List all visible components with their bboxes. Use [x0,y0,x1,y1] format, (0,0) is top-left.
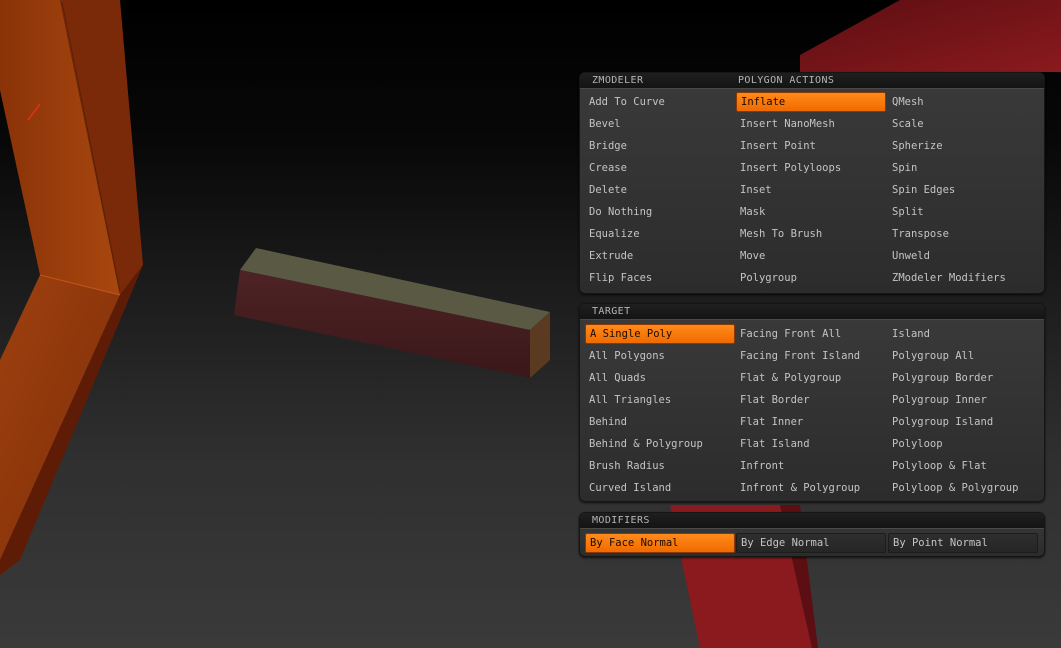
zmodeler-polygon-actions-panel: ZMODELER POLYGON ACTIONS Add To Curve Bev… [579,72,1045,294]
target-polygroup-all[interactable]: Polygroup All [888,346,1038,366]
action-add-to-curve[interactable]: Add To Curve [585,92,735,112]
modifiers-grid: By Face Normal By Edge Normal By Point Nor… [580,529,1044,557]
orange-strip-mesh [0,0,143,575]
target-island[interactable]: Island [888,324,1038,344]
target-polyloop[interactable]: Polyloop [888,434,1038,454]
action-scale[interactable]: Scale [888,114,1038,134]
modifiers-panel-header: MODIFIERS [580,513,1044,529]
target-facing-front-island[interactable]: Facing Front Island [736,346,886,366]
action-mesh-to-brush[interactable]: Mesh To Brush [736,224,886,244]
action-insert-point[interactable]: Insert Point [736,136,886,156]
action-do-nothing[interactable]: Do Nothing [585,202,735,222]
box-mesh [234,248,550,378]
action-insert-polyloops[interactable]: Insert Polyloops [736,158,886,178]
target-brush-radius[interactable]: Brush Radius [585,456,735,476]
zmodeler-header-label: ZMODELER [592,75,644,86]
target-curved-island[interactable]: Curved Island [585,478,735,498]
target-polygroup-inner[interactable]: Polygroup Inner [888,390,1038,410]
target-all-triangles[interactable]: All Triangles [585,390,735,410]
action-mask[interactable]: Mask [736,202,886,222]
target-flat-and-polygroup[interactable]: Flat & Polygroup [736,368,886,388]
target-polyloop-and-flat[interactable]: Polyloop & Flat [888,456,1038,476]
action-bevel[interactable]: Bevel [585,114,735,134]
target-behind[interactable]: Behind [585,412,735,432]
action-insert-nanomesh[interactable]: Insert NanoMesh [736,114,886,134]
action-spin[interactable]: Spin [888,158,1038,178]
target-all-quads[interactable]: All Quads [585,368,735,388]
target-behind-and-polygroup[interactable]: Behind & Polygroup [585,434,735,454]
action-inflate[interactable]: Inflate [736,92,886,112]
modifier-by-face-normal[interactable]: By Face Normal [585,533,735,553]
zmodeler-panel-header: ZMODELER POLYGON ACTIONS [580,73,1044,89]
target-flat-island[interactable]: Flat Island [736,434,886,454]
target-a-single-poly[interactable]: A Single Poly [585,324,735,344]
target-infront[interactable]: Infront [736,456,886,476]
action-unweld[interactable]: Unweld [888,246,1038,266]
target-flat-inner[interactable]: Flat Inner [736,412,886,432]
modifier-by-point-normal[interactable]: By Point Normal [888,533,1038,553]
action-polygroup[interactable]: Polygroup [736,268,886,288]
target-facing-front-all[interactable]: Facing Front All [736,324,886,344]
target-all-polygons[interactable]: All Polygons [585,346,735,366]
target-grid: A Single Poly All Polygons All Quads All Tr… [580,320,1044,502]
target-polyloop-and-polygroup[interactable]: Polyloop & Polygroup [888,478,1038,498]
action-zmodeler-modifiers[interactable]: ZModeler Modifiers [888,268,1038,288]
target-infront-and-polygroup[interactable]: Infront & Polygroup [736,478,886,498]
action-bridge[interactable]: Bridge [585,136,735,156]
action-split[interactable]: Split [888,202,1038,222]
action-spherize[interactable]: Spherize [888,136,1038,156]
target-header-label: TARGET [592,306,631,317]
action-spin-edges[interactable]: Spin Edges [888,180,1038,200]
modifiers-panel: MODIFIERS By Face Normal By Edge Normal By… [579,512,1045,557]
action-equalize[interactable]: Equalize [585,224,735,244]
target-polygroup-border[interactable]: Polygroup Border [888,368,1038,388]
action-move[interactable]: Move [736,246,886,266]
polygon-actions-header-label: POLYGON ACTIONS [738,75,835,86]
action-delete[interactable]: Delete [585,180,735,200]
modifiers-header-label: MODIFIERS [592,515,650,526]
action-qmesh[interactable]: QMesh [888,92,1038,112]
action-crease[interactable]: Crease [585,158,735,178]
polygon-actions-grid: Add To Curve Bevel Bridge Crease Delete Do No… [580,89,1044,294]
target-polygroup-island[interactable]: Polygroup Island [888,412,1038,432]
action-transpose[interactable]: Transpose [888,224,1038,244]
target-flat-border[interactable]: Flat Border [736,390,886,410]
target-panel-header: TARGET [580,304,1044,320]
target-panel: TARGET A Single Poly All Polygons All Quad… [579,303,1045,502]
modifier-by-edge-normal[interactable]: By Edge Normal [736,533,886,553]
action-inset[interactable]: Inset [736,180,886,200]
action-extrude[interactable]: Extrude [585,246,735,266]
action-flip-faces[interactable]: Flip Faces [585,268,735,288]
